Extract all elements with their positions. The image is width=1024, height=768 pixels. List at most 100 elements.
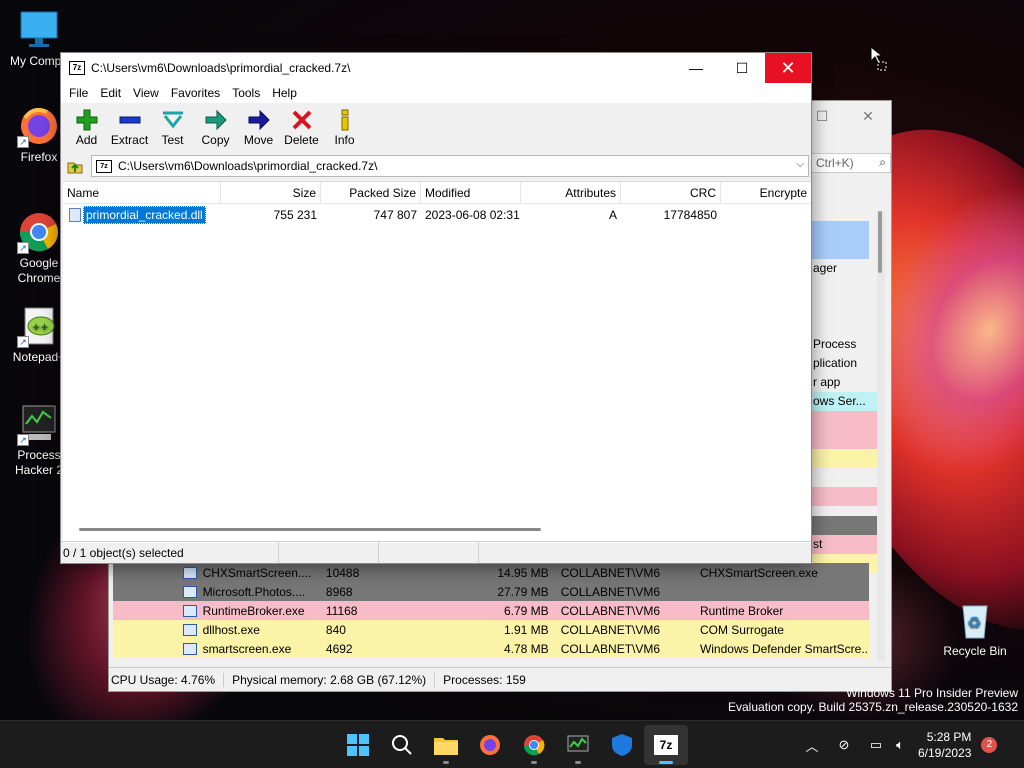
list-item[interactable] [811, 278, 879, 297]
column-attributes[interactable]: Attributes [521, 182, 621, 203]
process-user: COLLABNET\VM6 [560, 584, 661, 599]
table-row[interactable]: Microsoft.Photos.... 8968 27.79 MB COLLA… [113, 582, 869, 601]
add-label: Add [75, 133, 98, 147]
start-button[interactable] [336, 725, 380, 765]
list-item[interactable] [811, 449, 879, 468]
monitor-icon [17, 8, 61, 52]
shortcut-arrow-icon: ↗ [17, 136, 29, 148]
delete-button[interactable]: Delete [280, 103, 323, 147]
list-item[interactable]: st [811, 535, 879, 554]
file-name[interactable]: primordial_cracked.dll [83, 206, 206, 224]
file-explorer-button[interactable] [424, 725, 468, 765]
process-icon [182, 566, 197, 579]
display-icon[interactable]: ▭ [864, 737, 888, 753]
copy-label: Copy [201, 133, 230, 147]
move-button[interactable]: Move [237, 103, 280, 147]
firefox-icon: ↗ [17, 104, 61, 148]
menu-help[interactable]: Help [266, 86, 303, 100]
list-item[interactable]: r app [811, 373, 879, 392]
info-button[interactable]: Info [323, 103, 366, 147]
list-item[interactable]: ager [811, 259, 879, 278]
process-user: COLLABNET\VM6 [560, 622, 661, 637]
column-encrypted[interactable]: Encrypte [721, 182, 811, 203]
clock[interactable]: 5:28 PM 6/19/2023 [918, 729, 971, 761]
search-input[interactable]: Ctrl+K) ⌕ [811, 153, 891, 173]
chrome-button[interactable] [512, 725, 556, 765]
shortcut-arrow-icon: ↗ [17, 242, 29, 254]
add-icon [65, 107, 108, 133]
file-packed-size: 747 807 [373, 208, 417, 222]
table-row[interactable]: smartscreen.exe 4692 4.78 MB COLLABNET\V… [113, 639, 869, 658]
delete-icon [280, 107, 323, 133]
column-packed-size[interactable]: Packed Size [321, 182, 421, 203]
list-item[interactable] [811, 506, 879, 516]
process-hacker-icon [567, 735, 589, 752]
process-icon [182, 585, 197, 598]
process-list-fragment: ager Process plication r app ows Ser... … [811, 259, 879, 573]
close-icon[interactable]: ✕ [845, 101, 891, 131]
vertical-scrollbar[interactable] [877, 211, 885, 661]
list-item[interactable] [811, 411, 879, 449]
process-description: Runtime Broker [699, 603, 784, 618]
test-label: Test [161, 133, 184, 147]
chevron-up-icon[interactable]: ︿ [800, 736, 824, 755]
menu-file[interactable]: File [63, 86, 94, 100]
copy-button[interactable]: Copy [194, 103, 237, 147]
column-name[interactable]: Name [63, 182, 221, 203]
test-button[interactable]: Test [151, 103, 194, 147]
list-item[interactable] [811, 487, 879, 506]
close-icon[interactable]: ✕ [765, 53, 811, 83]
horizontal-scrollbar[interactable] [79, 528, 541, 531]
table-row[interactable]: RuntimeBroker.exe 11168 6.79 MB COLLABNE… [113, 601, 869, 620]
file-list[interactable]: Name Size Packed Size Modified Attribute… [63, 181, 811, 543]
address-bar: 7z C:\Users\vm6\Downloads\primordial_cra… [61, 153, 811, 179]
notepad-plus-icon: ++ ↗ [17, 304, 61, 348]
7zip-window[interactable]: 7z C:\Users\vm6\Downloads\primordial_cra… [60, 52, 812, 564]
cpu-usage: CPU Usage: 4.76% [109, 672, 225, 687]
title-bar[interactable]: 7z C:\Users\vm6\Downloads\primordial_cra… [61, 53, 811, 83]
list-item[interactable]: ows Ser... [811, 392, 879, 411]
list-item[interactable] [811, 316, 879, 335]
add-button[interactable]: Add [65, 103, 108, 147]
physical-memory: Physical memory: 2.68 GB (67.12%) [230, 672, 436, 687]
maximize-icon[interactable]: ☐ [719, 53, 765, 83]
table-row[interactable]: dllhost.exe 840 1.91 MB COLLABNET\VM6 CO… [113, 620, 869, 639]
column-crc[interactable]: CRC [621, 182, 721, 203]
firefox-button[interactable] [468, 725, 512, 765]
window-controls: — ☐ ✕ [673, 53, 811, 83]
desktop-icon-recycle-bin[interactable]: ♻ Recycle Bin [938, 598, 1012, 659]
chevron-down-icon[interactable]: ⌵ [796, 159, 804, 170]
process-user: COLLABNET\VM6 [560, 603, 661, 618]
move-label: Move [243, 133, 274, 147]
menu-tools[interactable]: Tools [226, 86, 266, 100]
menu-view[interactable]: View [127, 86, 165, 100]
folder-up-icon[interactable] [65, 156, 85, 176]
list-item[interactable]: Process [811, 335, 879, 354]
column-modified[interactable]: Modified [421, 182, 521, 203]
search-button[interactable] [380, 725, 424, 765]
list-item[interactable] [811, 468, 879, 487]
process-hacker-button[interactable] [556, 725, 600, 765]
network-icon[interactable]: ⊘ [832, 737, 856, 753]
info-icon [323, 107, 366, 133]
minimize-icon[interactable]: — [673, 53, 719, 83]
path-input[interactable]: 7z C:\Users\vm6\Downloads\primordial_cra… [91, 155, 809, 177]
column-size[interactable]: Size [221, 182, 321, 203]
list-item[interactable] [811, 297, 879, 316]
table-row[interactable]: CHXSmartScreen.... 10488 14.95 MB COLLAB… [113, 563, 869, 582]
table-row[interactable]: primordial_cracked.dll 755 231 747 807 2… [63, 204, 811, 226]
extract-button[interactable]: Extract [108, 103, 151, 147]
menu-favorites[interactable]: Favorites [165, 86, 226, 100]
defender-button[interactable] [600, 725, 644, 765]
list-item[interactable] [811, 516, 879, 535]
menu-edit[interactable]: Edit [94, 86, 127, 100]
7zip-button[interactable]: 7z [644, 725, 688, 765]
list-item[interactable]: plication [811, 354, 879, 373]
volume-icon[interactable]: 🔈︎ [888, 737, 912, 753]
search-icon[interactable]: ⌕ [879, 155, 886, 170]
7zip-icon: 7z [654, 735, 678, 755]
notification-badge[interactable]: 2 [981, 737, 998, 753]
file-explorer-icon [434, 738, 458, 755]
status-cell [379, 542, 479, 563]
process-memory: 1.91 MB [503, 622, 549, 637]
